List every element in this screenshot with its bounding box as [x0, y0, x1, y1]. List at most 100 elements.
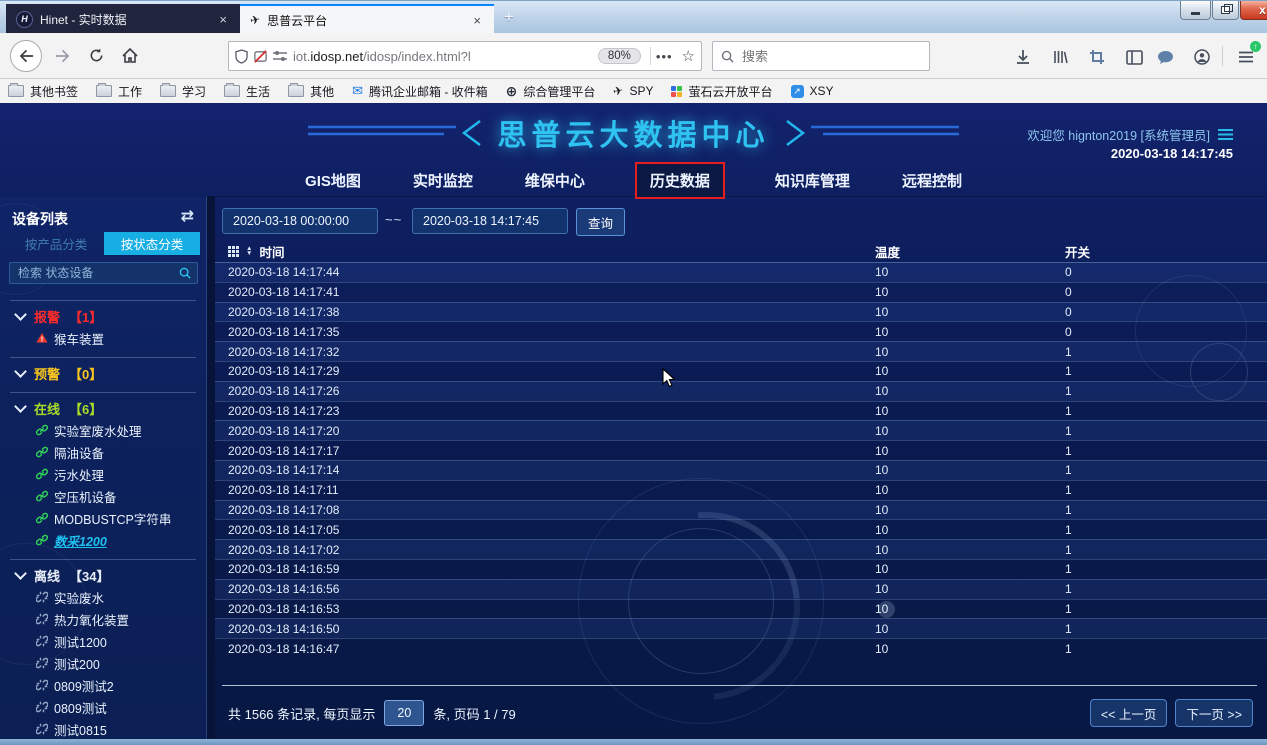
- sort-icon[interactable]: ▲▼: [246, 246, 252, 256]
- device-item[interactable]: 实验废水: [0, 586, 206, 608]
- list-menu-icon[interactable]: [1218, 129, 1233, 140]
- account-button[interactable]: [1192, 47, 1212, 67]
- table-row[interactable]: 2020-03-18 14:17:32101: [215, 341, 1267, 361]
- tab-close-icon[interactable]: ×: [216, 12, 230, 27]
- query-button[interactable]: 查询: [576, 208, 625, 236]
- chevron-down-icon[interactable]: [14, 308, 27, 321]
- device-item[interactable]: 0809测试2: [0, 674, 206, 696]
- device-item[interactable]: 数采1200: [0, 529, 206, 551]
- device-item[interactable]: 热力氧化装置: [0, 608, 206, 630]
- search-bar[interactable]: [712, 41, 930, 71]
- table-row[interactable]: 2020-03-18 14:17:14101: [215, 460, 1267, 480]
- tab-close-icon[interactable]: ×: [470, 13, 484, 28]
- prev-page-button[interactable]: << 上一页: [1090, 699, 1168, 727]
- table-row[interactable]: 2020-03-18 14:16:50101: [215, 618, 1267, 638]
- bookmark-item[interactable]: 萤石云开放平台: [671, 83, 772, 100]
- bookmark-item[interactable]: ✉腾讯企业邮箱 - 收件箱: [352, 83, 488, 100]
- minimize-button[interactable]: [1180, 1, 1211, 20]
- bookmark-item[interactable]: 其他: [288, 83, 334, 100]
- device-item[interactable]: 测试200: [0, 652, 206, 674]
- bookmark-item[interactable]: ↗XSY: [791, 84, 834, 98]
- downloads-button[interactable]: [1013, 47, 1033, 67]
- close-window-button[interactable]: x: [1240, 1, 1267, 20]
- table-row[interactable]: 2020-03-18 14:16:47101: [215, 638, 1267, 658]
- tab-by-product[interactable]: 按产品分类: [8, 232, 104, 255]
- url-bar[interactable]: iot.idosp.net/idosp/index.html?l 80% •••…: [228, 41, 702, 71]
- nav-item[interactable]: 知识库管理: [775, 170, 850, 191]
- bookmark-item[interactable]: 工作: [96, 83, 142, 100]
- tree-group-offline[interactable]: 离线【34】: [0, 564, 206, 586]
- table-row[interactable]: 2020-03-18 14:17:35100: [215, 321, 1267, 341]
- device-item[interactable]: 测试1200: [0, 630, 206, 652]
- chevron-down-icon[interactable]: [14, 567, 27, 580]
- menu-button[interactable]: ↑: [1236, 47, 1256, 67]
- table-row[interactable]: 2020-03-18 14:17:44100: [215, 262, 1267, 282]
- page-size-input[interactable]: 20: [384, 700, 424, 726]
- table-row[interactable]: 2020-03-18 14:17:38100: [215, 302, 1267, 322]
- restore-button[interactable]: [1212, 1, 1239, 20]
- table-row[interactable]: 2020-03-18 14:17:08101: [215, 500, 1267, 520]
- page-actions-button[interactable]: •••: [656, 49, 673, 64]
- col-header-switch[interactable]: 开关: [1065, 242, 1267, 261]
- tree-group-alarm[interactable]: 报警【1】: [0, 305, 206, 327]
- bookmark-item[interactable]: 其他书签: [8, 83, 78, 100]
- device-item[interactable]: 隔油设备: [0, 441, 206, 463]
- wechat-extension-button[interactable]: [1155, 47, 1175, 67]
- bookmark-item[interactable]: 学习: [160, 83, 206, 100]
- device-search-input[interactable]: [16, 265, 179, 281]
- sidebar-toggle-button[interactable]: [1124, 47, 1144, 67]
- forward-button[interactable]: [48, 42, 76, 70]
- screenshot-button[interactable]: [1087, 47, 1107, 67]
- table-row[interactable]: 2020-03-18 14:17:02101: [215, 539, 1267, 559]
- home-button[interactable]: [116, 42, 144, 70]
- device-item[interactable]: MODBUSTCP字符串: [0, 507, 206, 529]
- swap-icon[interactable]: ⇄: [181, 206, 194, 226]
- zoom-level-badge[interactable]: 80%: [598, 48, 641, 64]
- browser-tab-hinet[interactable]: H Hinet - 实时数据 ×: [6, 4, 240, 34]
- bookmark-item[interactable]: ✈SPY: [613, 84, 653, 98]
- tree-group-warn[interactable]: 预警【0】: [0, 362, 206, 384]
- bookmark-item[interactable]: 生活: [224, 83, 270, 100]
- new-tab-button[interactable]: +: [504, 7, 514, 27]
- table-row[interactable]: 2020-03-18 14:17:29101: [215, 361, 1267, 381]
- nav-item[interactable]: 实时监控: [413, 170, 473, 191]
- device-item[interactable]: 实验室废水处理: [0, 419, 206, 441]
- table-row[interactable]: 2020-03-18 14:16:53101: [215, 599, 1267, 619]
- bookmark-star-icon[interactable]: ☆: [682, 47, 695, 65]
- browser-tab-sipu[interactable]: ✈ 思普云平台 ×: [240, 4, 494, 34]
- device-item[interactable]: 0809测试: [0, 696, 206, 718]
- table-row[interactable]: 2020-03-18 14:17:26101: [215, 381, 1267, 401]
- col-header-time[interactable]: 时间: [259, 242, 284, 261]
- table-row[interactable]: 2020-03-18 14:16:59101: [215, 559, 1267, 579]
- start-date-input[interactable]: 2020-03-18 00:00:00: [222, 208, 378, 234]
- grid-icon[interactable]: [228, 246, 239, 257]
- back-button[interactable]: [10, 40, 42, 72]
- nav-item-active[interactable]: 历史数据: [637, 164, 723, 197]
- nav-item[interactable]: 远程控制: [902, 170, 962, 191]
- table-row[interactable]: 2020-03-18 14:17:23101: [215, 401, 1267, 421]
- end-date-input[interactable]: 2020-03-18 14:17:45: [412, 208, 568, 234]
- table-row[interactable]: 2020-03-18 14:17:11101: [215, 480, 1267, 500]
- library-button[interactable]: [1050, 47, 1070, 67]
- search-input[interactable]: [740, 48, 904, 65]
- table-row[interactable]: 2020-03-18 14:16:56101: [215, 579, 1267, 599]
- reload-button[interactable]: [82, 42, 110, 70]
- tab-by-status[interactable]: 按状态分类: [104, 232, 200, 255]
- device-item[interactable]: 污水处理: [0, 463, 206, 485]
- chevron-down-icon[interactable]: [14, 400, 27, 413]
- table-row[interactable]: 2020-03-18 14:17:17101: [215, 440, 1267, 460]
- next-page-button[interactable]: 下一页 >>: [1175, 699, 1253, 727]
- bookmark-item[interactable]: ⊕综合管理平台: [506, 83, 596, 100]
- table-row[interactable]: 2020-03-18 14:17:41100: [215, 282, 1267, 302]
- nav-item[interactable]: GIS地图: [305, 170, 361, 191]
- table-row[interactable]: 2020-03-18 14:17:05101: [215, 519, 1267, 539]
- table-row[interactable]: 2020-03-18 14:17:20101: [215, 420, 1267, 440]
- chevron-down-icon[interactable]: [14, 365, 27, 378]
- device-item[interactable]: 空压机设备: [0, 485, 206, 507]
- col-header-temperature[interactable]: 温度: [875, 242, 1065, 261]
- device-search-box[interactable]: [9, 262, 198, 284]
- device-item[interactable]: 猴车装置: [0, 327, 206, 349]
- device-item[interactable]: 测试0815: [0, 718, 206, 739]
- tree-group-online[interactable]: 在线【6】: [0, 397, 206, 419]
- nav-item[interactable]: 维保中心: [525, 170, 585, 191]
